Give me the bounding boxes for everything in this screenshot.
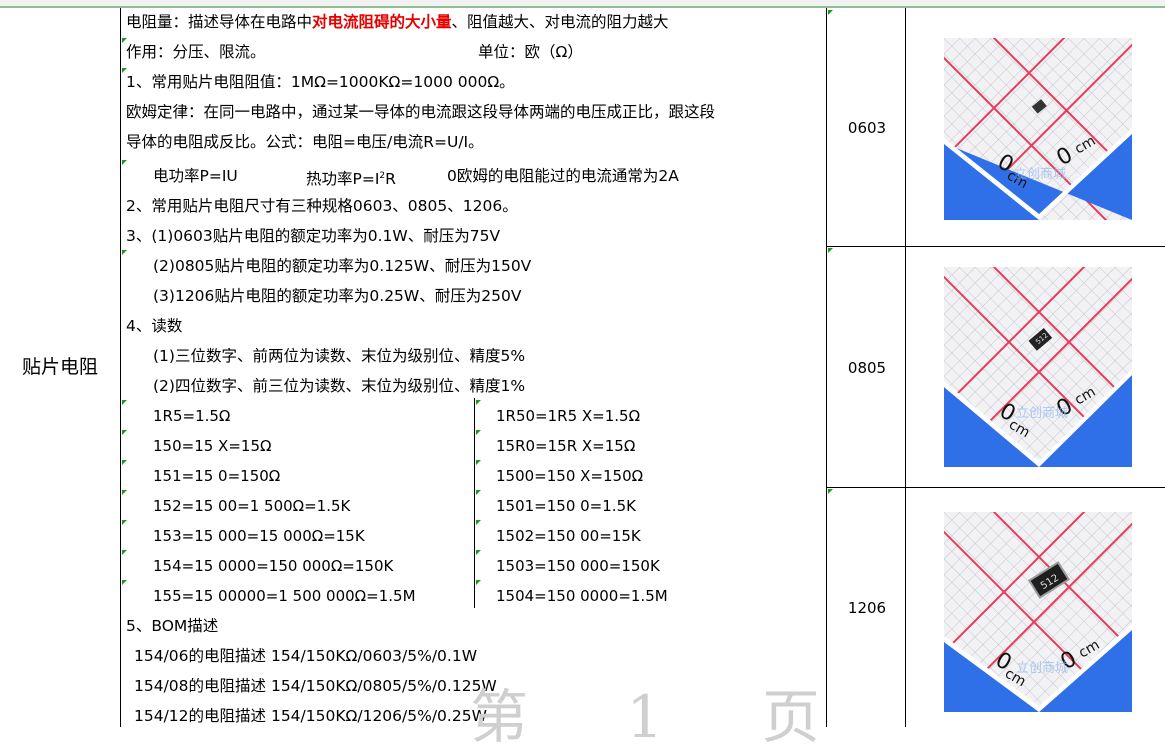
table-border xyxy=(826,8,827,727)
reading-right: 1504=150 0000=1.5M xyxy=(496,587,668,605)
cell-marker xyxy=(122,550,127,555)
resistor-photo-0805: 512 0 cm 0 cm 立创商城 xyxy=(944,267,1132,467)
heat-power-line: 热功率P=I2R xyxy=(306,170,396,189)
cell-marker xyxy=(476,460,481,465)
cell-marker xyxy=(122,580,127,585)
table-border xyxy=(120,8,121,727)
cell-marker xyxy=(828,248,833,253)
cell-marker xyxy=(476,520,481,525)
bom-line: 154/06的电阻描述 154/150KΩ/0603/5%/0.1W xyxy=(134,647,478,665)
resistor-photo-1206: 512 0 cm 0 cm 立创商城 xyxy=(944,512,1132,712)
ohms-law-line: 欧姆定律：在同一电路中，通过某一导体的电流跟这段导体两端的电压成正比，跟这段 xyxy=(126,103,716,121)
cell-marker xyxy=(122,460,127,465)
cell-marker xyxy=(828,489,833,494)
cell-marker xyxy=(122,520,127,525)
top-bar xyxy=(0,0,1165,8)
cell-marker xyxy=(476,550,481,555)
rating-0603: 3、(1)0603贴片电阻的额定功率为0.1W、耐压为75V xyxy=(126,227,501,245)
column-separator xyxy=(474,398,475,608)
reading-left: 155=15 00000=1 500 000Ω=1.5M xyxy=(153,587,416,605)
rating-0805: (2)0805贴片电阻的额定功率为0.125W、耐压为150V xyxy=(153,257,532,275)
common-values-line: 1、常用贴片电阻阻值：1MΩ=1000KΩ=1000 000Ω。 xyxy=(126,73,515,91)
cell-marker xyxy=(122,38,127,43)
reading-right: 1501=150 0=1.5K xyxy=(496,497,636,515)
sizes-line: 2、常用贴片电阻尺寸有三种规格0603、0805、1206。 xyxy=(126,197,518,215)
reading-left: 1R5=1.5Ω xyxy=(153,407,231,425)
cell-marker xyxy=(122,430,127,435)
reading-rule-3digit: (1)三位数字、前两位为读数、末位为级别位、精度5% xyxy=(153,347,526,365)
ohms-law-line-2: 导体的电阻成反比。公式：电阻=电压/电流R=U/I。 xyxy=(126,133,484,151)
reading-left: 152=15 00=1 500Ω=1.5K xyxy=(153,497,351,515)
function-line: 作用：分压、限流。 xyxy=(126,43,266,61)
bom-line: 154/12的电阻描述 154/150KΩ/1206/5%/0.25W xyxy=(134,707,487,725)
zero-ohm-line: 0欧姆的电阻能过的电流通常为2A xyxy=(447,167,679,185)
svg-text:立创商城: 立创商城 xyxy=(1016,661,1068,676)
cell-marker xyxy=(122,160,127,165)
reading-right: 1500=150 X=150Ω xyxy=(496,467,644,485)
table-border xyxy=(826,487,1165,488)
reading-left: 151=15 0=150Ω xyxy=(153,467,281,485)
cell-marker xyxy=(122,400,127,405)
reading-left: 150=15 X=15Ω xyxy=(153,437,272,455)
cell-marker xyxy=(476,400,481,405)
reading-right: 1R50=1R5 X=1.5Ω xyxy=(496,407,641,425)
page-watermark: 第 1 页 xyxy=(470,683,860,751)
power-line: 电功率P=IU xyxy=(153,167,238,185)
reading-right: 1503=150 000=150K xyxy=(496,557,660,575)
definition-line: 电阻量：描述导体在电路中对电流阻碍的大小量、阻值越大、对电流的阻力越大 xyxy=(126,13,669,31)
cell-marker xyxy=(122,68,127,73)
resistor-photo-0603: 0 cm 0 cm 立创商城 xyxy=(944,38,1132,220)
reading-left: 153=15 000=15 000Ω=15K xyxy=(153,527,365,545)
reading-rule-4digit: (2)四位数字、前三位为读数、末位为级别位、精度1% xyxy=(153,377,526,395)
highlight-text: 对电流阻碍的大小量 xyxy=(312,13,452,31)
reading-right: 1502=150 00=15K xyxy=(496,527,641,545)
size-label-0805: 0805 xyxy=(847,359,887,377)
cell-marker xyxy=(476,490,481,495)
svg-text:立创商城: 立创商城 xyxy=(1014,167,1066,182)
svg-text:立创商城: 立创商城 xyxy=(1016,406,1068,421)
bom-heading: 5、BOM描述 xyxy=(126,617,219,635)
size-label-0603: 0603 xyxy=(847,119,887,137)
cell-marker xyxy=(476,430,481,435)
bom-line: 154/08的电阻描述 154/150KΩ/0805/5%/0.125W xyxy=(134,677,497,695)
reading-right: 15R0=15R X=15Ω xyxy=(496,437,636,455)
cell-marker xyxy=(122,490,127,495)
table-border xyxy=(826,246,1165,247)
size-label-1206: 1206 xyxy=(847,599,887,617)
cell-marker xyxy=(476,580,481,585)
rating-1206: (3)1206贴片电阻的额定功率为0.25W、耐压为250V xyxy=(153,287,522,305)
cell-marker xyxy=(122,250,127,255)
reading-left: 154=15 0000=150 000Ω=150K xyxy=(153,557,394,575)
row-label: 贴片电阻 xyxy=(21,356,98,378)
reading-heading: 4、读数 xyxy=(126,317,183,335)
cell-marker xyxy=(828,10,833,15)
unit-line: 单位：欧（Ω） xyxy=(478,43,583,61)
